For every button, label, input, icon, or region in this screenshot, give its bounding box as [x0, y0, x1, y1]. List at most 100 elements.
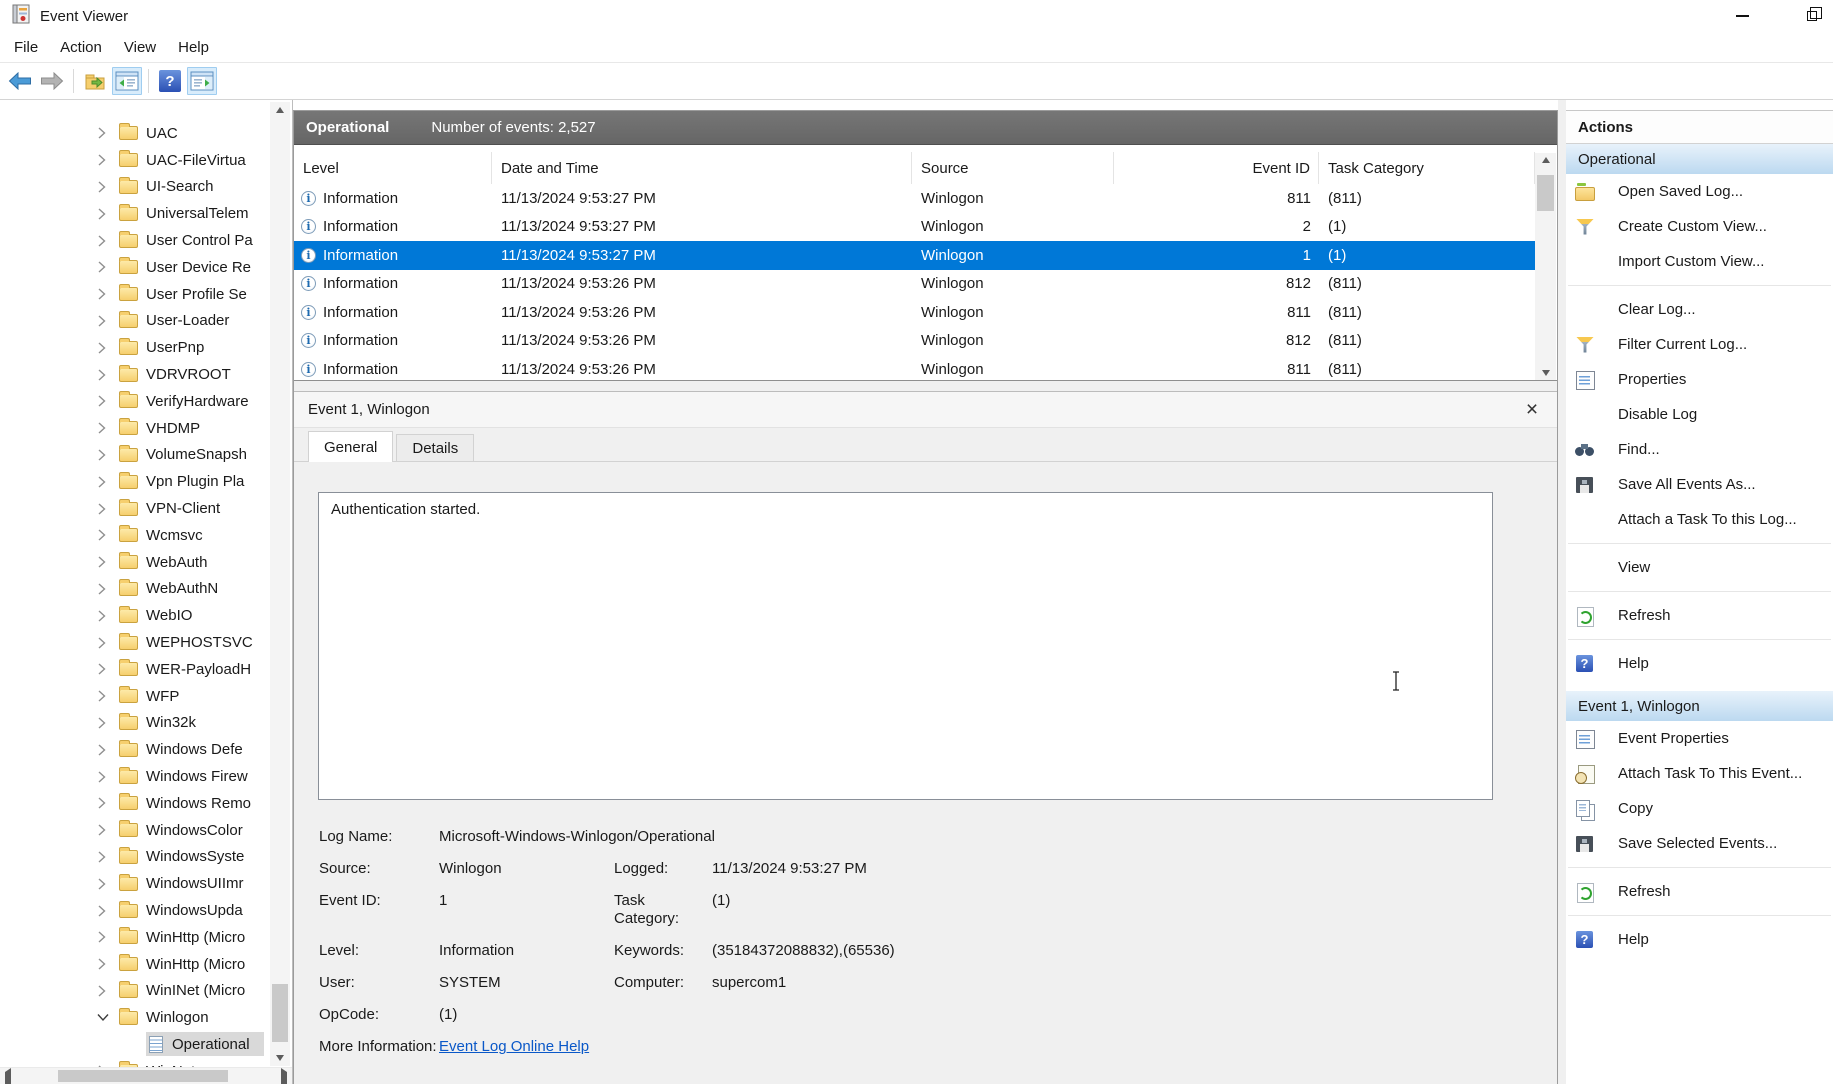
action-item[interactable]: Filter Current Log...: [1566, 327, 1833, 362]
tree-item[interactable]: UAC-FileVirtua: [0, 147, 292, 174]
tree-item[interactable]: WebAuth: [0, 549, 292, 576]
tree-item[interactable]: User Control Pa: [0, 227, 292, 254]
menu-help[interactable]: Help: [167, 35, 220, 60]
event-message-box[interactable]: Authentication started.: [318, 492, 1493, 800]
action-item[interactable]: Clear Log...: [1566, 292, 1833, 327]
scrollbar-thumb[interactable]: [1537, 175, 1554, 211]
action-item[interactable]: Attach Task To This Event...: [1566, 756, 1833, 791]
column-header-date[interactable]: Date and Time: [492, 152, 912, 184]
tree-item[interactable]: VPN-Client: [0, 495, 292, 522]
chevron-right-icon[interactable]: [97, 235, 113, 247]
tree-item[interactable]: Windows Remo: [0, 790, 292, 817]
action-item[interactable]: [1566, 909, 1833, 922]
window-restore-button[interactable]: [1789, 0, 1833, 31]
event-row[interactable]: Information 11/13/2024 9:53:27 PM Winlog…: [294, 241, 1535, 270]
chevron-right-icon[interactable]: [97, 476, 113, 488]
chevron-right-icon[interactable]: [97, 181, 113, 193]
action-item[interactable]: Properties: [1566, 362, 1833, 397]
event-row[interactable]: Information 11/13/2024 9:53:26 PM Winlog…: [294, 298, 1535, 327]
tree-item[interactable]: Windows Defe: [0, 736, 292, 763]
event-row[interactable]: Information 11/13/2024 9:53:26 PM Winlog…: [294, 270, 1535, 299]
tree-item[interactable]: WEPHOSTSVC: [0, 629, 292, 656]
action-item[interactable]: Import Custom View...: [1566, 244, 1833, 279]
actions-group-header-operational[interactable]: Operational: [1566, 144, 1833, 174]
action-item[interactable]: Find...: [1566, 432, 1833, 467]
tree-item[interactable]: WebAuthN: [0, 576, 292, 603]
scroll-down-icon[interactable]: [270, 1055, 290, 1061]
tree-item[interactable]: UI-Search: [0, 174, 292, 201]
tree-item[interactable]: UAC: [0, 120, 292, 147]
tree-vertical-scrollbar[interactable]: [270, 102, 290, 1066]
chevron-right-icon[interactable]: [97, 395, 113, 407]
tree-item[interactable]: User Device Re: [0, 254, 292, 281]
chevron-right-icon[interactable]: [97, 905, 113, 917]
menu-view[interactable]: View: [113, 35, 167, 60]
chevron-right-icon[interactable]: [97, 261, 113, 273]
chevron-right-icon[interactable]: [97, 583, 113, 595]
chevron-right-icon[interactable]: [97, 851, 113, 863]
action-item[interactable]: Refresh: [1566, 874, 1833, 909]
chevron-right-icon[interactable]: [97, 690, 113, 702]
chevron-right-icon[interactable]: [97, 449, 113, 461]
pane-splitter[interactable]: [294, 381, 1557, 391]
scroll-down-icon[interactable]: [1535, 370, 1556, 376]
action-item[interactable]: Attach a Task To this Log...: [1566, 502, 1833, 537]
chevron-right-icon[interactable]: [97, 208, 113, 220]
scrollbar-thumb[interactable]: [58, 1070, 228, 1082]
action-item[interactable]: Copy: [1566, 791, 1833, 826]
chevron-right-icon[interactable]: [97, 637, 113, 649]
column-header-source[interactable]: Source: [912, 152, 1114, 184]
action-item[interactable]: Save Selected Events...: [1566, 826, 1833, 861]
chevron-right-icon[interactable]: [97, 824, 113, 836]
close-icon[interactable]: [1521, 399, 1543, 421]
tree-item[interactable]: WindowsSyste: [0, 844, 292, 871]
tree-item[interactable]: Operational: [0, 1031, 292, 1058]
tree-item[interactable]: WindowsUIImr: [0, 870, 292, 897]
tree-item[interactable]: UniversalTelem: [0, 200, 292, 227]
chevron-right-icon[interactable]: [97, 154, 113, 166]
action-item[interactable]: Help: [1566, 646, 1833, 681]
column-header-event-id[interactable]: Event ID: [1114, 152, 1319, 184]
tree-item[interactable]: UserPnp: [0, 334, 292, 361]
chevron-right-icon[interactable]: [97, 556, 113, 568]
window-minimize-button[interactable]: [1719, 0, 1765, 31]
chevron-right-icon[interactable]: [97, 878, 113, 890]
action-item[interactable]: [1566, 633, 1833, 646]
tree-item[interactable]: User-Loader: [0, 308, 292, 335]
forward-button[interactable]: [37, 67, 67, 95]
open-folder-button[interactable]: [80, 67, 110, 95]
column-header-task-category[interactable]: Task Category: [1319, 152, 1535, 184]
action-item[interactable]: Save All Events As...: [1566, 467, 1833, 502]
action-item[interactable]: [1566, 861, 1833, 874]
action-item[interactable]: View: [1566, 550, 1833, 585]
chevron-right-icon[interactable]: [97, 771, 113, 783]
tree-item[interactable]: WFP: [0, 683, 292, 710]
action-item[interactable]: Create Custom View...: [1566, 209, 1833, 244]
tree-item[interactable]: WinHttp (Micro: [0, 951, 292, 978]
chevron-down-icon[interactable]: [97, 1013, 113, 1022]
show-console-tree-button[interactable]: [112, 67, 142, 95]
action-item[interactable]: [1566, 585, 1833, 598]
tree-item[interactable]: VolumeSnapsh: [0, 442, 292, 469]
help-button[interactable]: [155, 67, 185, 95]
tree-item[interactable]: User Profile Se: [0, 281, 292, 308]
event-row[interactable]: Information 11/13/2024 9:53:27 PM Winlog…: [294, 213, 1535, 242]
tree-item[interactable]: Wcmsvc: [0, 522, 292, 549]
scroll-up-icon[interactable]: [1535, 157, 1556, 163]
scroll-up-icon[interactable]: [270, 107, 290, 113]
tree-item[interactable]: Windows Firew: [0, 763, 292, 790]
scroll-left-icon[interactable]: [5, 1072, 11, 1084]
tree-item[interactable]: WindowsUpda: [0, 897, 292, 924]
action-item[interactable]: Help: [1566, 922, 1833, 957]
tree-item[interactable]: WER-PayloadH: [0, 656, 292, 683]
chevron-right-icon[interactable]: [97, 422, 113, 434]
action-item[interactable]: [1566, 279, 1833, 292]
tree-horizontal-scrollbar[interactable]: [0, 1067, 292, 1084]
chevron-right-icon[interactable]: [97, 503, 113, 515]
tree-item[interactable]: Winlogon: [0, 1004, 292, 1031]
tree-item[interactable]: WinINet (Micro: [0, 978, 292, 1005]
chevron-right-icon[interactable]: [97, 744, 113, 756]
chevron-right-icon[interactable]: [97, 529, 113, 541]
tree-item[interactable]: WinHttp (Micro: [0, 924, 292, 951]
chevron-right-icon[interactable]: [97, 127, 113, 139]
